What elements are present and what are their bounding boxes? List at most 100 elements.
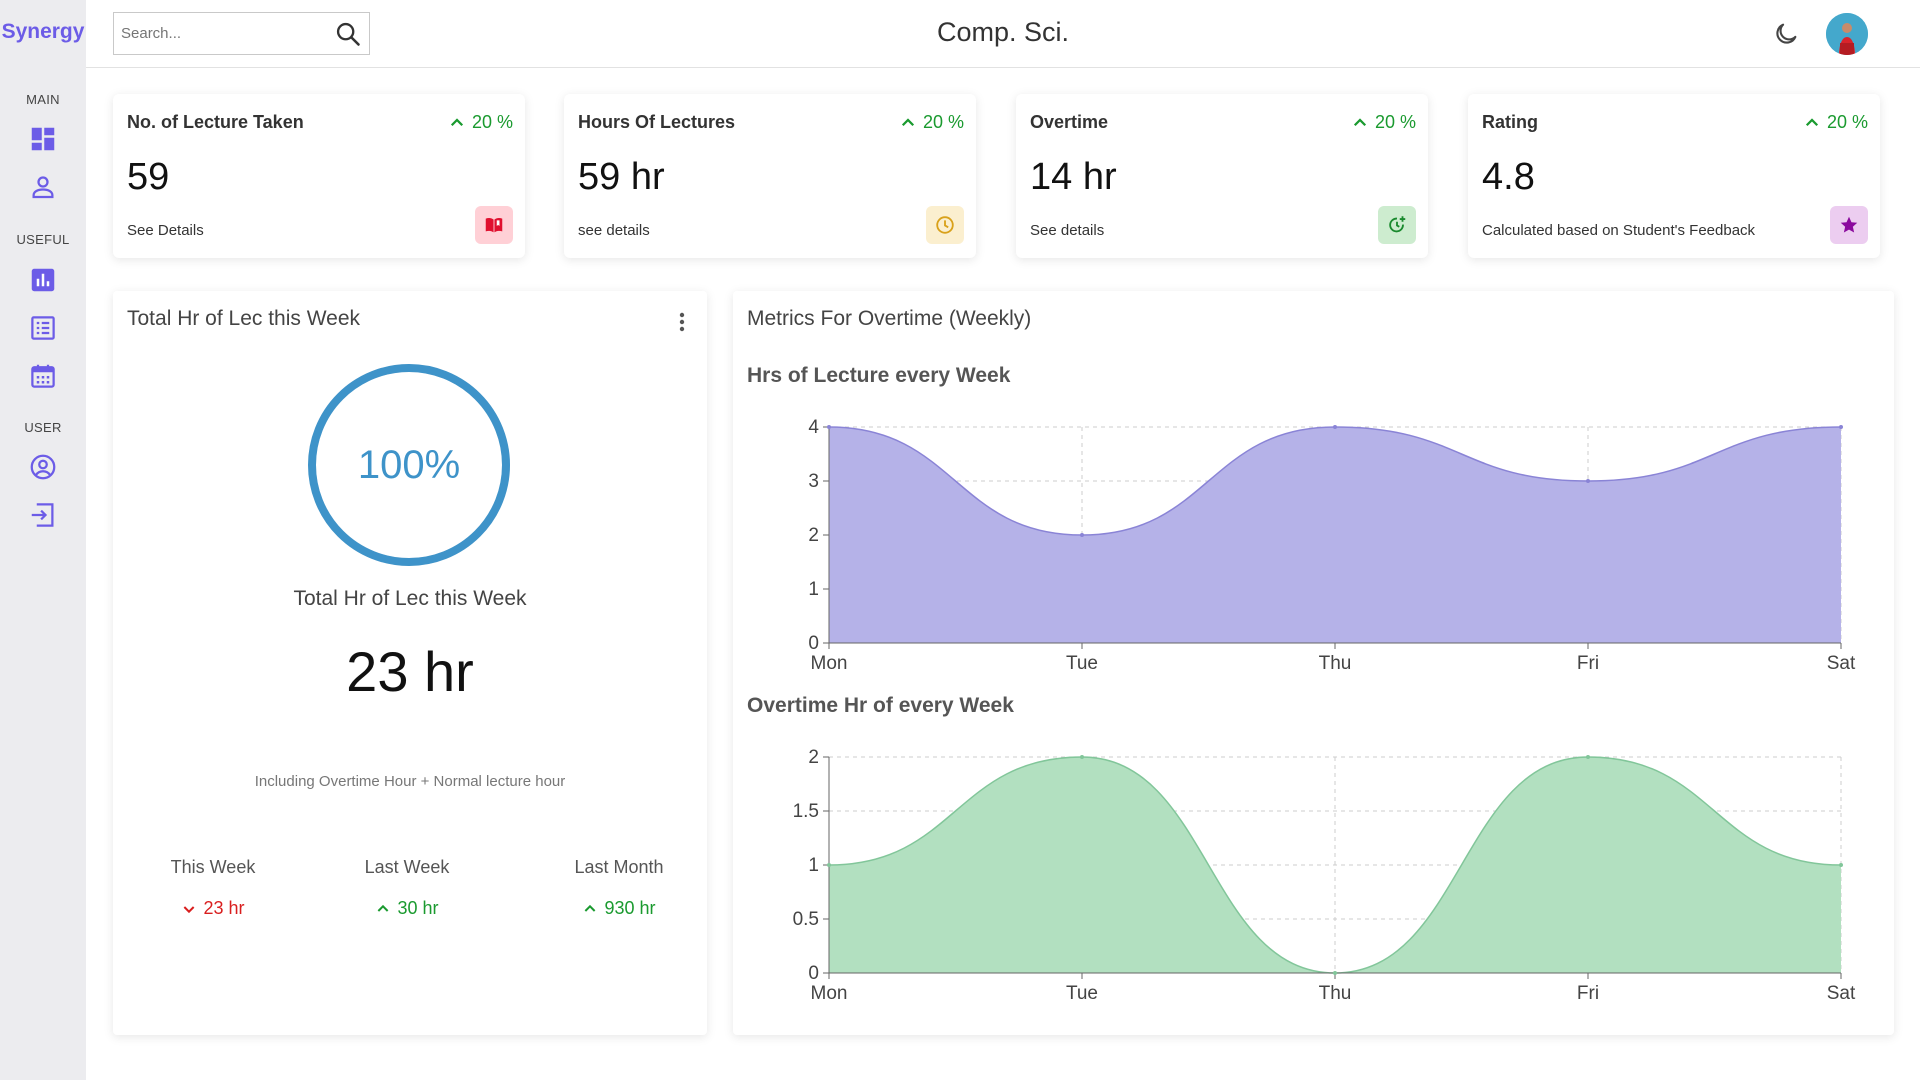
y-tick-label: 1.5 (793, 801, 819, 822)
stat-card-hours: Hours Of Lectures 20 % 59 hr see details (564, 94, 976, 258)
progress-percent: 100% (357, 442, 461, 487)
stat-value: 59 hr (578, 156, 665, 198)
data-point (1839, 425, 1843, 429)
arrow-down-icon (184, 905, 195, 913)
dashboard-icon[interactable] (27, 123, 59, 155)
ring-label: Total Hr of Lec this Week (293, 587, 527, 610)
period-value: 23 hr (203, 898, 245, 918)
stat-change: 20 % (1803, 112, 1868, 133)
total-hours: 23 hr (346, 640, 474, 703)
data-point (1586, 755, 1590, 759)
period-label-last-month: Last Month (574, 857, 664, 877)
arrow-up-icon (1353, 117, 1367, 126)
progress-ring: 100% (305, 361, 513, 569)
stat-change-value: 20 % (1374, 112, 1416, 132)
lecture-hours-chart: 0 1 2 3 4 Mon Tue Thu Fri Sat (808, 417, 1856, 674)
book-icon (475, 206, 513, 244)
timer-plus-icon (1378, 206, 1416, 244)
arrow-up-icon (1805, 117, 1819, 126)
logout-icon[interactable] (27, 499, 59, 531)
moon-icon[interactable] (1772, 20, 1800, 48)
x-tick-label: Mon (811, 983, 848, 1004)
stat-change: 20 % (1351, 112, 1416, 133)
overtime-metrics-panel: Metrics For Overtime (Weekly) Hrs of Lec… (733, 291, 1894, 1035)
data-point (1333, 425, 1337, 429)
stat-value: 59 (127, 156, 170, 198)
y-tick-label: 0 (808, 633, 819, 654)
stat-title: Hours Of Lectures (578, 112, 736, 132)
area-fill (829, 427, 1841, 643)
period-label-this-week: This Week (170, 857, 256, 877)
data-point (827, 425, 831, 429)
stat-change-value: 20 % (1826, 112, 1868, 132)
x-tick-label: Sat (1827, 653, 1856, 674)
x-tick-label: Fri (1577, 653, 1599, 674)
stat-card-rating: Rating 20 % 4.8 Calculated based on Stud… (1468, 94, 1880, 258)
x-tick-label: Sat (1827, 983, 1856, 1004)
stat-card-lectures: No. of Lecture Taken 20 % 59 See Details (113, 94, 525, 258)
overtime-hours-chart: 0 0.5 1 1.5 2 Mon Tue Thu Fri Sat (793, 747, 1856, 1004)
see-details-link[interactable]: see details (578, 222, 650, 239)
arrow-up-icon (585, 904, 596, 912)
period-value: 30 hr (397, 898, 439, 918)
stat-value: 4.8 (1482, 156, 1535, 198)
y-tick-label: 4 (808, 417, 819, 438)
arrow-up-icon (901, 117, 915, 126)
y-tick-label: 2 (808, 747, 819, 768)
x-tick-label: Tue (1066, 653, 1098, 674)
y-tick-label: 0 (808, 963, 819, 984)
user-icon[interactable] (27, 171, 59, 203)
stat-change-value: 20 % (922, 112, 964, 132)
search-input[interactable] (114, 15, 324, 52)
data-point (1586, 479, 1590, 483)
stat-title: Overtime (1030, 112, 1109, 132)
period-value-this-week: 23 hr (113, 898, 313, 919)
arrow-up-icon (450, 117, 464, 126)
weekly-hours-panel: Total Hr of Lec this Week 100% Total Hr … (113, 291, 707, 1035)
stat-card-overtime: Overtime 20 % 14 hr See details (1016, 94, 1428, 258)
sidebar-section-user: USER (24, 420, 62, 435)
data-point (1839, 863, 1843, 867)
x-tick-label: Tue (1066, 983, 1098, 1004)
x-tick-label: Thu (1319, 653, 1352, 674)
see-details-link[interactable]: See Details (127, 222, 204, 239)
stat-change: 20 % (899, 112, 964, 133)
panel-title: Metrics For Overtime (Weekly) (747, 307, 1032, 330)
stat-change: 20 % (448, 112, 513, 133)
x-tick-label: Thu (1319, 983, 1352, 1004)
data-point (1080, 533, 1084, 537)
star-icon (1830, 206, 1868, 244)
stat-value: 14 hr (1030, 156, 1117, 198)
data-point (1080, 755, 1084, 759)
more-options-icon[interactable] (671, 309, 693, 335)
calendar-icon[interactable] (27, 360, 59, 392)
period-value-last-month: 930 hr (519, 898, 719, 919)
brand-logo[interactable]: Synergy (0, 20, 86, 44)
period-value: 930 hr (604, 898, 656, 918)
top-header: Comp. Sci. (86, 0, 1920, 68)
stat-title: Rating (1482, 112, 1538, 132)
y-tick-label: 2 (808, 525, 819, 546)
sidebar: Synergy MAIN USEFUL USER (0, 0, 86, 1080)
y-tick-label: 1 (808, 579, 819, 600)
avatar[interactable] (1826, 13, 1868, 55)
stat-footer: Calculated based on Student's Feedback (1482, 222, 1756, 239)
see-details-link[interactable]: See details (1030, 222, 1104, 239)
period-label-last-week: Last Week (364, 857, 450, 877)
sidebar-section-useful: USEFUL (16, 232, 70, 247)
period-value-last-week: 30 hr (307, 898, 507, 919)
x-tick-label: Mon (811, 653, 848, 674)
y-tick-label: 0.5 (793, 909, 819, 930)
y-tick-label: 3 (808, 471, 819, 492)
data-point (1333, 971, 1337, 975)
chart-title-overtime: Overtime Hr of every Week (747, 694, 1014, 717)
search-icon[interactable] (334, 20, 362, 48)
clock-icon (926, 206, 964, 244)
search-bar[interactable] (113, 12, 370, 55)
account-circle-icon[interactable] (27, 451, 59, 483)
list-icon[interactable] (27, 312, 59, 344)
chart-title-lecture: Hrs of Lecture every Week (747, 364, 1011, 387)
data-point (827, 863, 831, 867)
x-tick-label: Fri (1577, 983, 1599, 1004)
bar-chart-icon[interactable] (27, 264, 59, 296)
